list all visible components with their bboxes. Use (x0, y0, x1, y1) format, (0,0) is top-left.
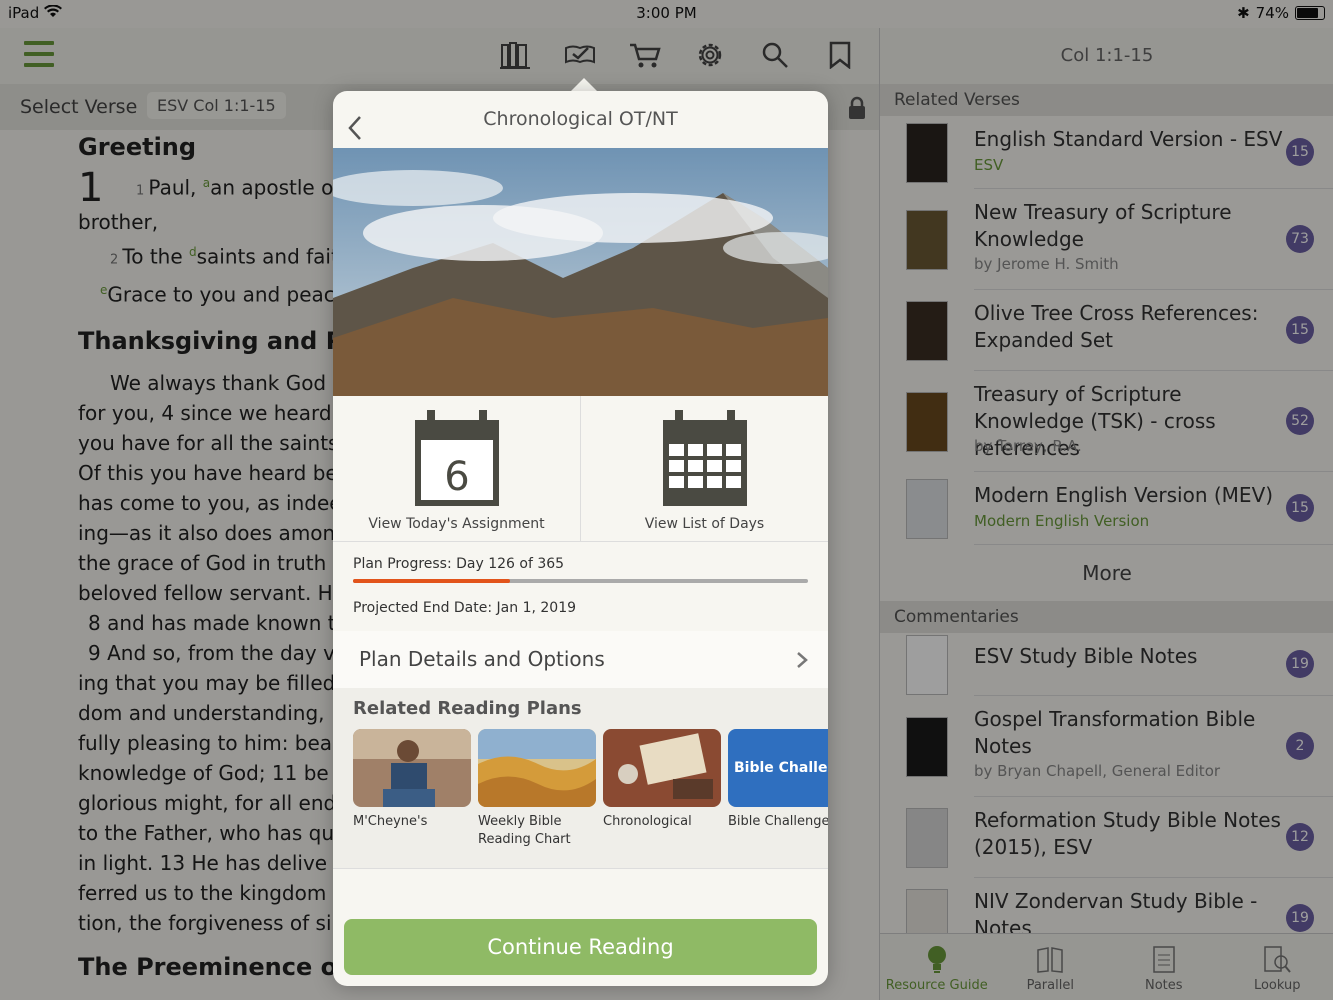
continue-reading-button[interactable]: Continue Reading (344, 919, 817, 975)
calendar-day-number: 6 (444, 454, 469, 500)
chevron-right-icon (796, 651, 808, 673)
related-plans-header: Related Reading Plans (353, 698, 582, 719)
progress-label: Plan Progress: Day 126 of 365 (353, 556, 565, 572)
plan-card-mcheyne[interactable]: M'Cheyne's (353, 729, 471, 831)
end-date-label: Projected End Date: Jan 1, 2019 (353, 600, 577, 616)
popover-title: Chronological OT/NT (483, 108, 678, 130)
plan-caption: Weekly Bible Reading Chart (478, 814, 571, 847)
progress-bar (353, 579, 808, 583)
plan-card-chronological[interactable]: Chronological (603, 729, 721, 831)
popover-header: Chronological OT/NT (333, 91, 828, 148)
plan-details-row[interactable]: Plan Details and Options (333, 631, 828, 689)
popover-arrow (570, 78, 598, 92)
plan-thumbnail: Bible Challeng (728, 729, 828, 807)
plan-thumbnail (478, 729, 596, 807)
plan-details-label: Plan Details and Options (359, 647, 605, 671)
plan-caption: Bible Challenge (728, 814, 828, 829)
list-of-days-button[interactable]: View List of Days (580, 396, 828, 541)
plan-thumbnail (603, 729, 721, 807)
plan-card-bible-challenge[interactable]: Bible Challeng Bible Challenge (728, 729, 828, 831)
plan-caption: Chronological (603, 814, 692, 829)
plan-card-weekly[interactable]: Weekly Bible Reading Chart (478, 729, 596, 849)
plan-caption: M'Cheyne's (353, 814, 428, 829)
plan-hero-image (333, 148, 828, 396)
calendar-day-icon: 6 (415, 410, 499, 506)
progress-fill (353, 579, 510, 583)
plan-progress: Plan Progress: Day 126 of 365 Projected … (333, 541, 828, 632)
todays-assignment-button[interactable]: 6 View Today's Assignment (333, 396, 580, 541)
calendar-grid-icon (663, 410, 747, 506)
reading-plan-popover: Chronological OT/NT 6 View Today's Assig… (333, 91, 828, 986)
list-of-days-label: View List of Days (644, 516, 765, 532)
plan-thumbnail (353, 729, 471, 807)
related-plans: Related Reading Plans M'Cheyne's Weekly … (333, 688, 828, 869)
todays-assignment-label: View Today's Assignment (368, 516, 545, 532)
plan-actions: 6 View Today's Assignment View List of D… (333, 396, 828, 542)
